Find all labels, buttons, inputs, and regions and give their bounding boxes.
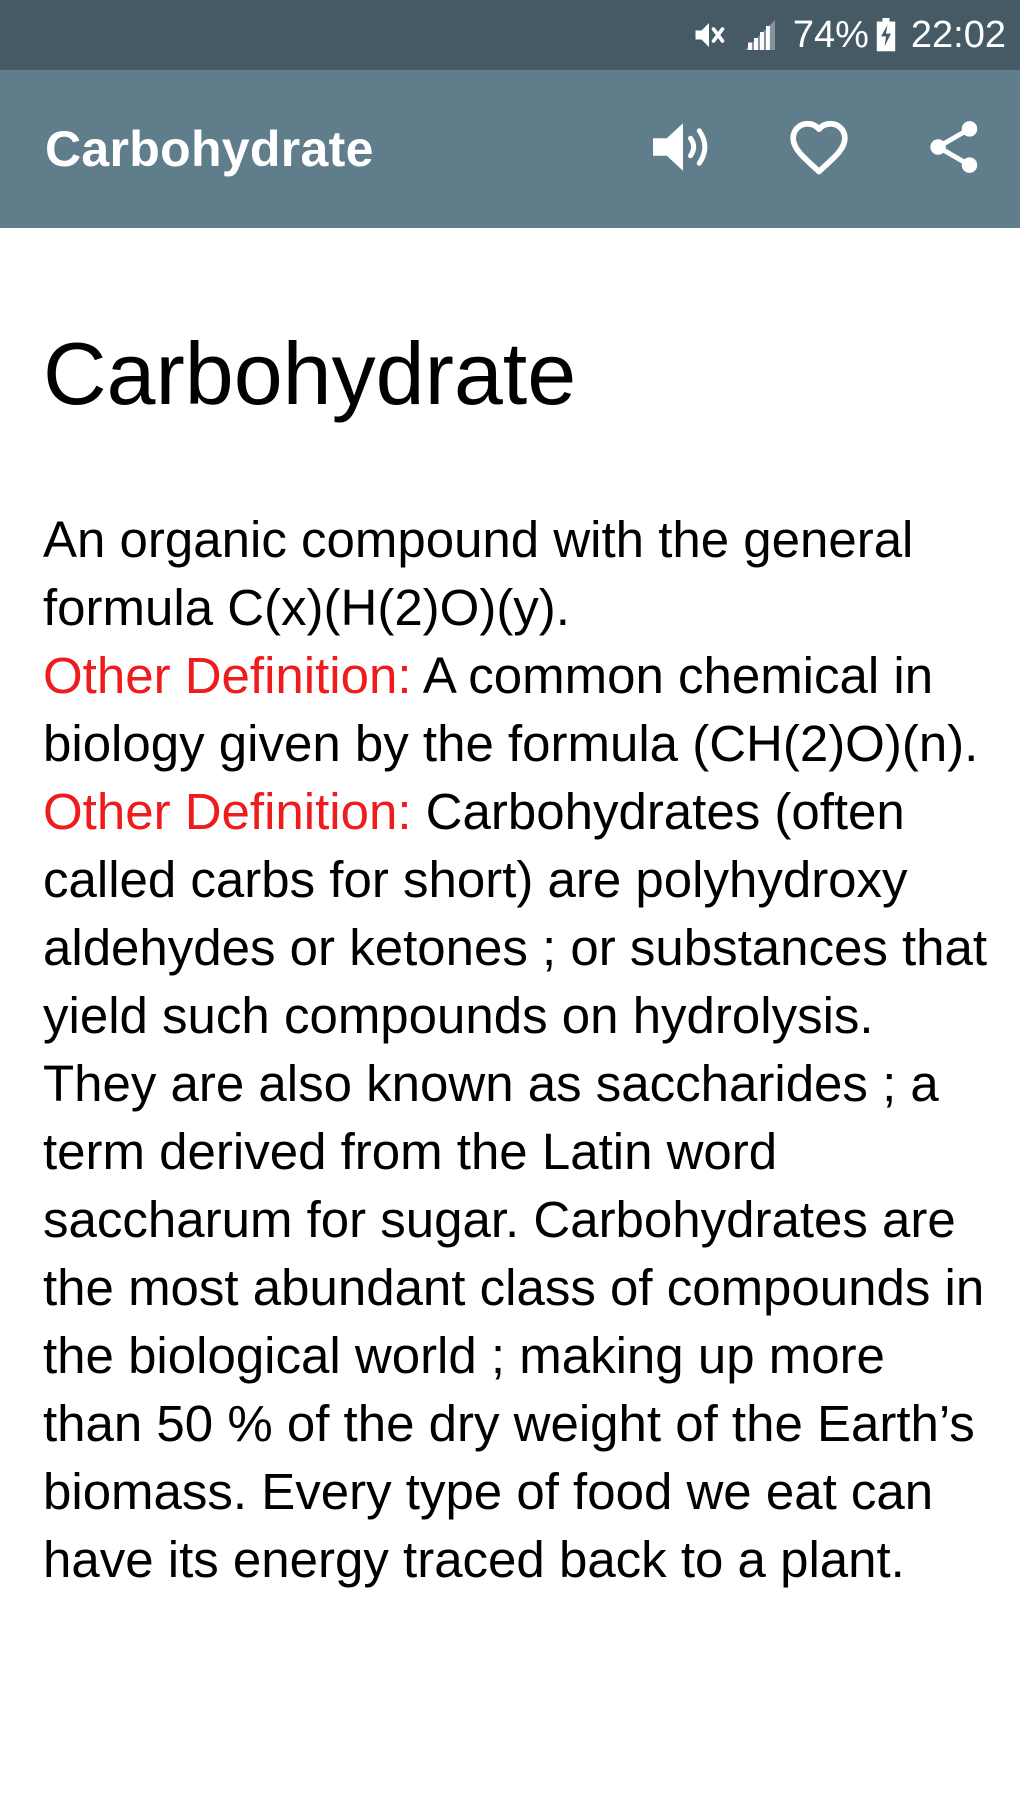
heart-icon [788, 118, 850, 181]
app-bar-actions [644, 70, 994, 228]
battery-charging-icon [875, 18, 897, 52]
status-bar: 74% 22:02 [0, 0, 1020, 70]
battery-percent: 74% [792, 13, 869, 56]
mute-icon [691, 17, 727, 53]
speaker-button[interactable] [644, 110, 722, 188]
share-icon [926, 117, 984, 182]
signal-icon [741, 17, 779, 53]
speaker-icon [648, 117, 718, 182]
share-button[interactable] [916, 110, 994, 188]
other-definition-label: Other Definition: [43, 783, 412, 840]
entry-content: Carbohydrate An organic compound with th… [43, 228, 993, 1594]
app-bar: Carbohydrate [0, 70, 1020, 228]
other-definition-label: Other Definition: [43, 647, 412, 704]
entry-title: Carbohydrate [43, 324, 577, 423]
app-bar-title: Carbohydrate [45, 121, 374, 177]
definition-main: An organic compound with the general for… [43, 511, 914, 636]
favorite-button[interactable] [780, 110, 858, 188]
status-time: 22:02 [910, 13, 1006, 56]
definition-text: An organic compound with the general for… [43, 424, 993, 1594]
other-definition-text: Carbohydrates (often called carbs for sh… [43, 783, 988, 1588]
status-indicators: 74% 22:02 [691, 0, 1006, 70]
